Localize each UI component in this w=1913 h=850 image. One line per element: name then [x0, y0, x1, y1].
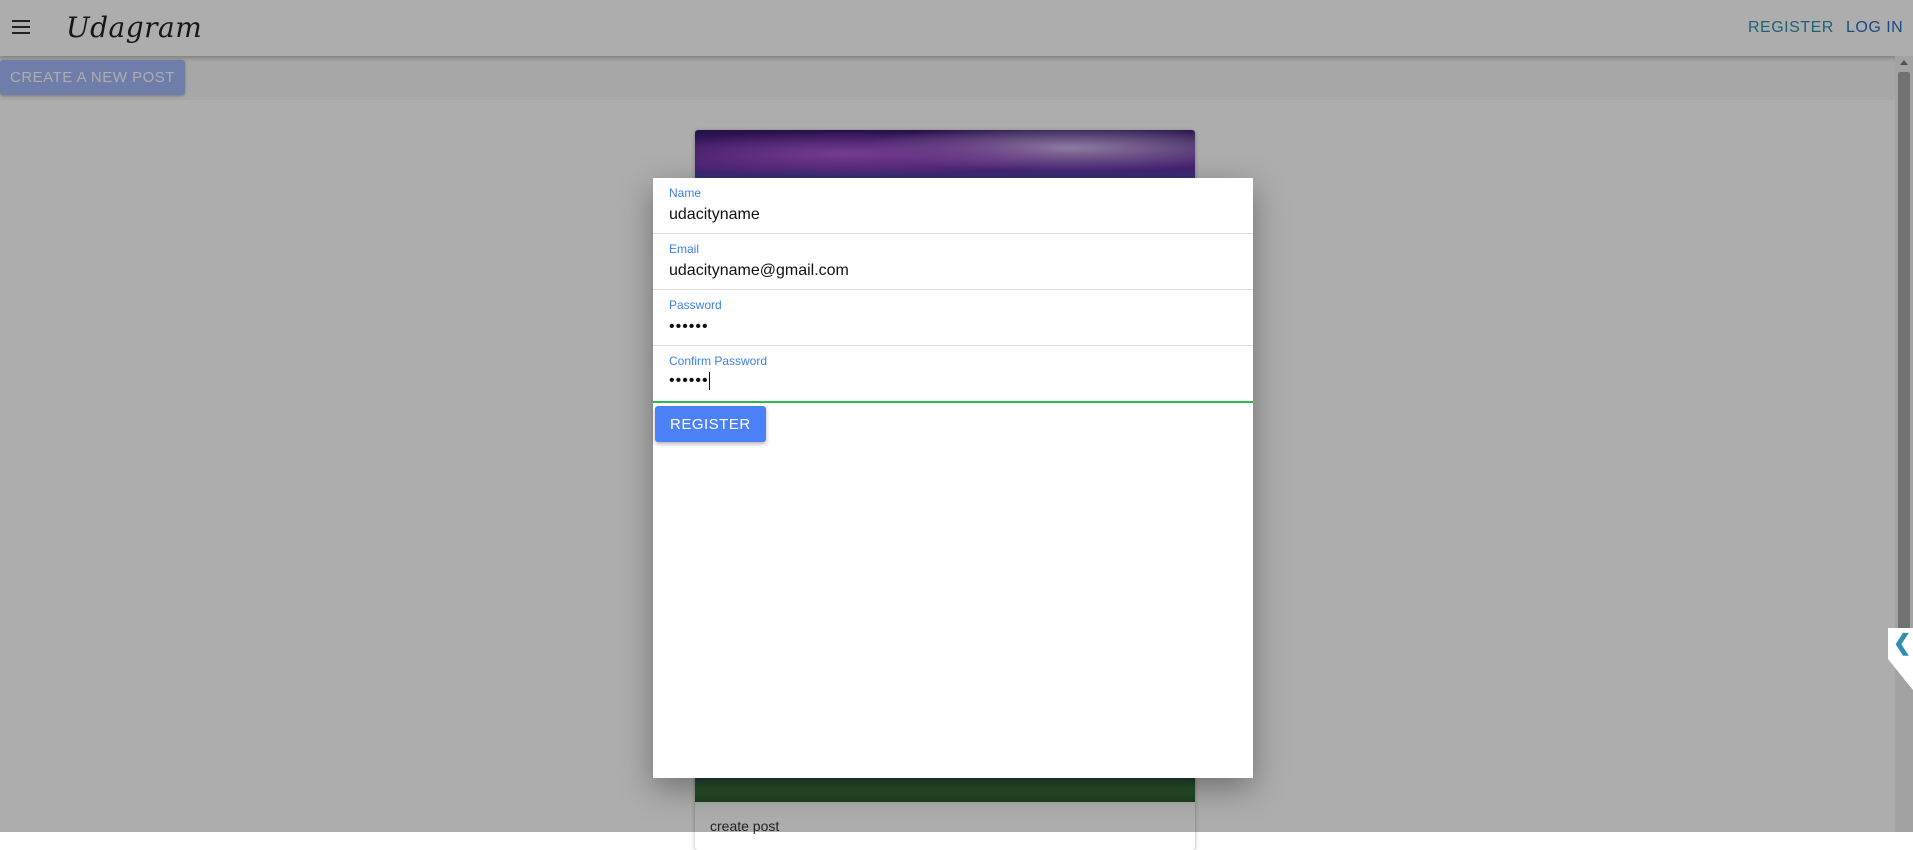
confirm-password-value: ••••••: [669, 372, 709, 390]
name-field: Name: [653, 178, 1253, 234]
name-input[interactable]: [669, 204, 1229, 226]
text-caret: [708, 372, 710, 390]
password-label: Password: [669, 298, 722, 312]
name-label: Name: [669, 186, 702, 200]
email-input[interactable]: [669, 260, 1229, 282]
confirm-password-field: Confirm Password ••••••: [653, 346, 1253, 403]
email-label: Email: [669, 242, 700, 256]
register-modal: Name Email Password Confirm Password •••…: [653, 178, 1253, 778]
email-field: Email: [653, 234, 1253, 290]
confirm-password-input[interactable]: ••••••: [669, 372, 1229, 394]
confirm-password-label: Confirm Password: [669, 354, 768, 368]
password-input[interactable]: [669, 316, 1229, 338]
register-submit-button[interactable]: REGISTER: [655, 406, 766, 442]
password-field: Password: [653, 290, 1253, 346]
chevron-left-icon[interactable]: ❮: [1893, 630, 1911, 656]
